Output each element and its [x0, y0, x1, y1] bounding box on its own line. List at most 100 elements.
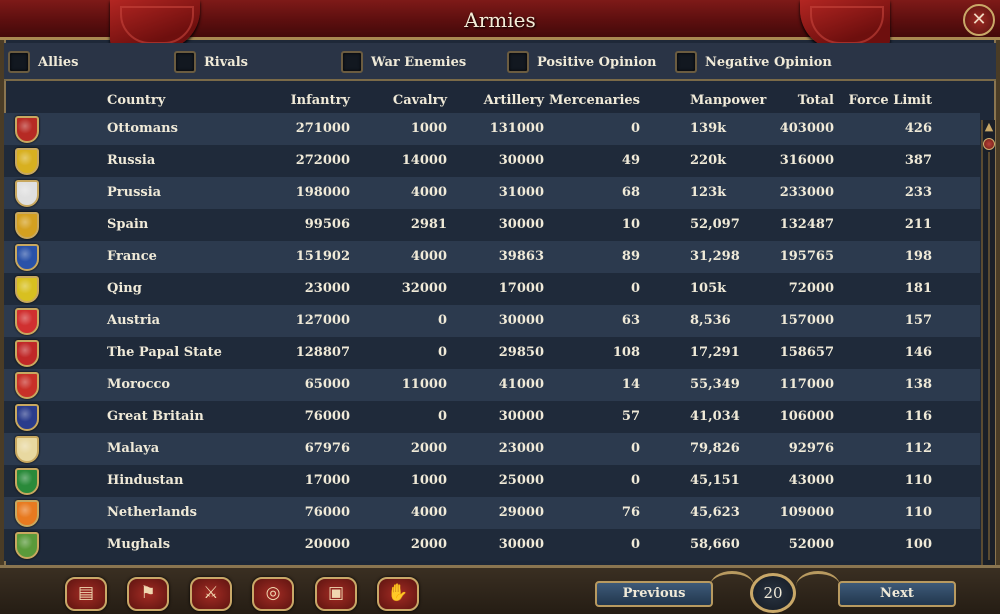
cell-country[interactable]: Morocco: [107, 377, 170, 392]
cell-infantry: 23000: [304, 281, 350, 296]
table-row[interactable]: Qing 23000 32000 17000 0 105k 72000 181: [4, 273, 980, 305]
table-row[interactable]: Mughals 20000 2000 30000 0 58,660 52000 100: [4, 529, 980, 561]
cell-artillery: 17000: [498, 281, 544, 296]
cell-infantry: 76000: [304, 505, 350, 520]
header-artillery[interactable]: Artillery: [444, 93, 544, 108]
cell-country[interactable]: Ottomans: [107, 121, 178, 136]
header-force-limit[interactable]: Force Limit: [832, 93, 932, 108]
cell-infantry: 198000: [295, 185, 350, 200]
country-shield-icon[interactable]: [15, 116, 39, 143]
filter-rivals-checkbox[interactable]: [174, 51, 196, 73]
table-row[interactable]: Russia 272000 14000 30000 49 220k 316000 387: [4, 145, 980, 177]
cell-manpower: 220k: [690, 153, 727, 168]
cell-cavalry: 11000: [401, 377, 447, 392]
previous-button[interactable]: Previous: [595, 581, 713, 607]
cell-force-limit: 211: [904, 217, 932, 232]
cell-cavalry: 1000: [410, 121, 447, 136]
table-row[interactable]: Great Britain 76000 0 30000 57 41,034 106000 11…: [4, 401, 980, 433]
toolbar-button[interactable]: ◎: [252, 577, 294, 611]
cell-country[interactable]: Malaya: [107, 441, 159, 456]
cell-artillery: 30000: [498, 313, 544, 328]
country-shield-icon[interactable]: [15, 468, 39, 495]
table-row[interactable]: Netherlands 76000 4000 29000 76 45,623 109000 1…: [4, 497, 980, 529]
country-shield-icon[interactable]: [15, 436, 39, 463]
cell-country[interactable]: Spain: [107, 217, 148, 232]
cell-artillery: 30000: [498, 537, 544, 552]
cell-country[interactable]: France: [107, 249, 157, 264]
country-shield-icon[interactable]: [15, 404, 39, 431]
cell-force-limit: 387: [904, 153, 932, 168]
cell-force-limit: 157: [904, 313, 932, 328]
filter-negative-opinion-checkbox[interactable]: [675, 51, 697, 73]
cell-artillery: 30000: [498, 153, 544, 168]
table-row[interactable]: Spain 99506 2981 30000 10 52,097 132487 211: [4, 209, 980, 241]
header-cavalry[interactable]: Cavalry: [347, 93, 447, 108]
filter-rivals[interactable]: Rivals: [174, 50, 248, 74]
table-row[interactable]: France 151902 4000 39863 89 31,298 195765 198: [4, 241, 980, 273]
cell-manpower: 52,097: [690, 217, 740, 232]
header-country[interactable]: Country: [107, 93, 165, 108]
scroll-thumb[interactable]: [983, 138, 995, 150]
country-shield-icon[interactable]: [15, 148, 39, 175]
cell-total: 117000: [779, 377, 834, 392]
cell-mercenaries: 76: [621, 505, 640, 520]
cell-country[interactable]: Austria: [107, 313, 160, 328]
filter-positive-opinion[interactable]: Positive Opinion: [507, 50, 657, 74]
cell-mercenaries: 57: [621, 409, 640, 424]
filter-negative-opinion[interactable]: Negative Opinion: [675, 50, 832, 74]
next-button[interactable]: Next: [838, 581, 956, 607]
country-shield-icon[interactable]: [15, 372, 39, 399]
cell-country[interactable]: Netherlands: [107, 505, 197, 520]
country-shield-icon[interactable]: [15, 308, 39, 335]
cell-country[interactable]: The Papal State: [107, 345, 222, 360]
table-row[interactable]: Hindustan 17000 1000 25000 0 45,151 43000 110: [4, 465, 980, 497]
filter-allies[interactable]: Allies: [8, 50, 79, 74]
header-total[interactable]: Total: [734, 93, 834, 108]
close-button[interactable]: ✕: [963, 4, 995, 36]
table-row[interactable]: Malaya 67976 2000 23000 0 79,826 92976 112: [4, 433, 980, 465]
country-shield-icon[interactable]: [15, 276, 39, 303]
cell-force-limit: 100: [904, 537, 932, 552]
table-row[interactable]: The Papal State 128807 0 29850 108 17,291 1586…: [4, 337, 980, 369]
cell-country[interactable]: Prussia: [107, 185, 161, 200]
country-shield-icon[interactable]: [15, 180, 39, 207]
cell-infantry: 151902: [295, 249, 350, 264]
scrollbar[interactable]: ▲: [981, 120, 995, 570]
coins-icon: ◎: [265, 583, 281, 603]
toolbar-button[interactable]: ▤: [65, 577, 107, 611]
toolbar-button[interactable]: ⚔: [190, 577, 232, 611]
toolbar-button[interactable]: ⚑: [127, 577, 169, 611]
scroll-up-arrow-icon[interactable]: ▲: [983, 120, 995, 136]
cell-mercenaries: 10: [621, 217, 640, 232]
country-shield-icon[interactable]: [15, 500, 39, 527]
cell-cavalry: 4000: [410, 185, 447, 200]
cell-country[interactable]: Russia: [107, 153, 155, 168]
table-row[interactable]: Austria 127000 0 30000 63 8,536 157000 157: [4, 305, 980, 337]
filter-allies-checkbox[interactable]: [8, 51, 30, 73]
header-mercenaries[interactable]: Mercenaries: [540, 93, 640, 108]
filter-war-enemies-checkbox[interactable]: [341, 51, 363, 73]
country-shield-icon[interactable]: [15, 532, 39, 559]
country-shield-icon[interactable]: [15, 212, 39, 239]
filter-positive-opinion-checkbox[interactable]: [507, 51, 529, 73]
table-row[interactable]: Ottomans 271000 1000 131000 0 139k 403000 426: [4, 113, 980, 145]
cell-country[interactable]: Hindustan: [107, 473, 183, 488]
filter-war-enemies[interactable]: War Enemies: [341, 50, 466, 74]
toolbar-button[interactable]: ✋: [377, 577, 419, 611]
cell-infantry: 99506: [304, 217, 350, 232]
cell-mercenaries: 0: [630, 537, 640, 552]
toolbar-button[interactable]: ▣: [315, 577, 357, 611]
cell-force-limit: 110: [904, 505, 932, 520]
cell-country[interactable]: Mughals: [107, 537, 170, 552]
table-row[interactable]: Prussia 198000 4000 31000 68 123k 233000 233: [4, 177, 980, 209]
header-infantry[interactable]: Infantry: [250, 93, 350, 108]
country-shield-icon[interactable]: [15, 340, 39, 367]
cell-total: 233000: [779, 185, 834, 200]
scroll-track: [988, 152, 990, 560]
filter-label: Rivals: [204, 54, 248, 70]
table-row[interactable]: Morocco 65000 11000 41000 14 55,349 117000 138: [4, 369, 980, 401]
cell-country[interactable]: Great Britain: [107, 409, 204, 424]
country-shield-icon[interactable]: [15, 244, 39, 271]
cell-mercenaries: 89: [621, 249, 640, 264]
cell-country[interactable]: Qing: [107, 281, 142, 296]
